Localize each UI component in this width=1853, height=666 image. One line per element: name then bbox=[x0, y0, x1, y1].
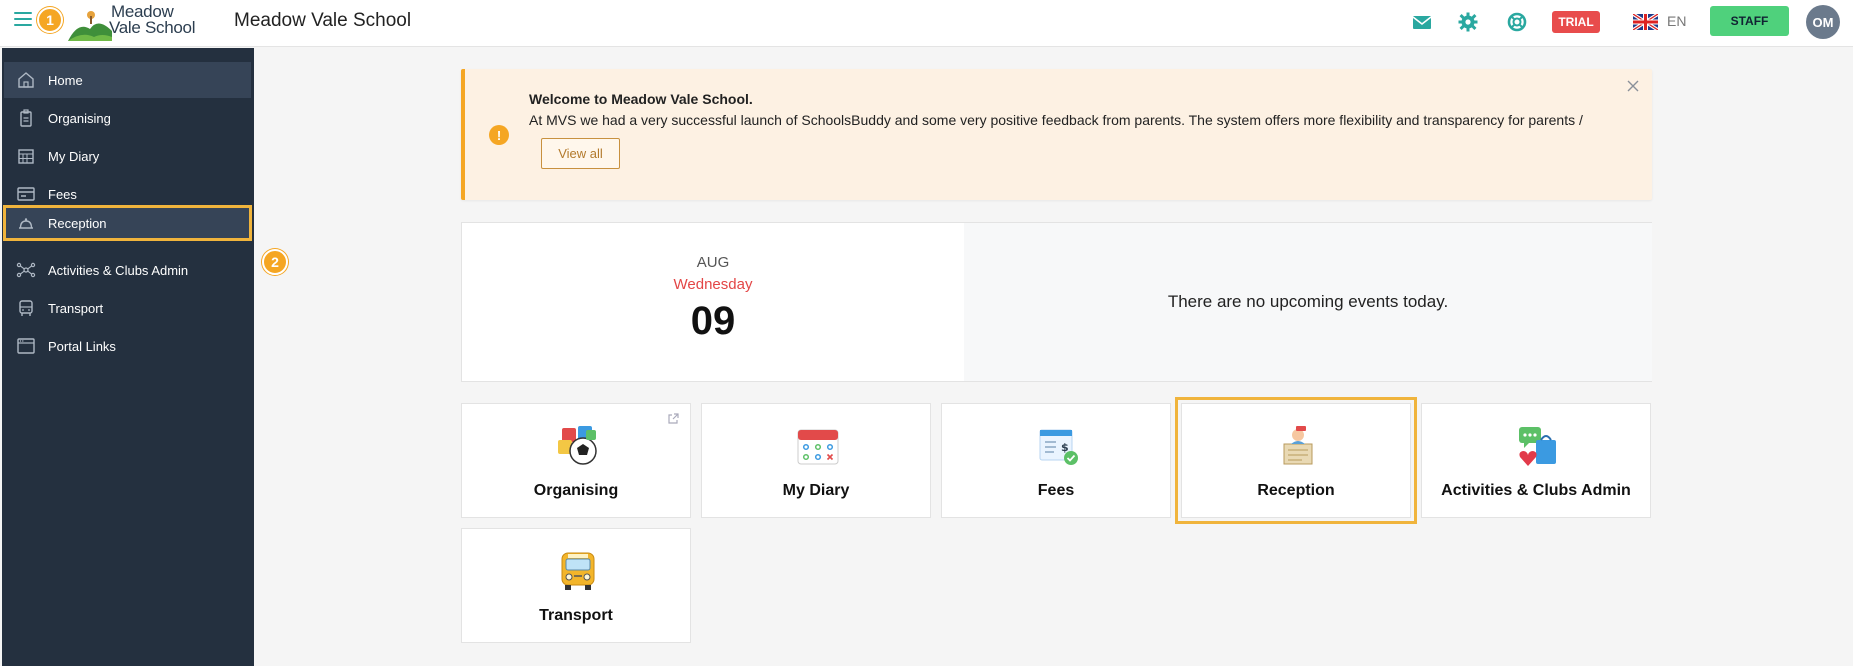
tile-label: Reception bbox=[1257, 482, 1335, 499]
tile-organising[interactable]: Organising bbox=[461, 403, 691, 518]
language-selector[interactable]: EN bbox=[1667, 13, 1686, 29]
no-events-text: There are no upcoming events today. bbox=[1167, 292, 1449, 311]
tile-activities-clubs-admin[interactable]: Activities & Clubs Admin bbox=[1421, 403, 1651, 518]
sidebar-item-label: Transport bbox=[48, 300, 104, 316]
logo-line2: Vale School bbox=[109, 18, 196, 37]
close-icon[interactable] bbox=[1626, 79, 1640, 93]
site-title: Meadow Vale School bbox=[234, 10, 412, 31]
events-panel: There are no upcoming events today. bbox=[964, 223, 1652, 381]
browser-icon bbox=[4, 336, 48, 356]
sidebar-item-reception[interactable]: Reception bbox=[3, 205, 252, 241]
invoice-icon: $ bbox=[1039, 429, 1078, 465]
tile-transport[interactable]: Transport bbox=[461, 528, 691, 643]
tile-label: Transport bbox=[539, 607, 613, 624]
hills-logo-icon bbox=[68, 11, 112, 41]
view-all-button[interactable]: View all bbox=[541, 138, 620, 169]
calendar-icon bbox=[797, 429, 839, 465]
avatar[interactable]: OM bbox=[1806, 5, 1840, 39]
clipboard-icon bbox=[4, 108, 48, 128]
sidebar-item-label: My Diary bbox=[48, 148, 100, 164]
sidebar-item-transport[interactable]: Transport bbox=[4, 290, 251, 326]
sidebar-item-label: Fees bbox=[48, 186, 77, 202]
sidebar-item-label: Activities & Clubs Admin bbox=[48, 262, 189, 278]
menu-icon[interactable] bbox=[14, 12, 32, 28]
step-badge-2: 2 bbox=[262, 249, 288, 275]
calendar-icon bbox=[4, 146, 48, 166]
top-bar: 1 Meadow Vale School Meadow Vale School bbox=[0, 0, 1853, 47]
sidebar-item-label: Organising bbox=[48, 110, 111, 126]
bus-icon bbox=[4, 298, 48, 318]
tile-label: Fees bbox=[1037, 482, 1075, 499]
sports-puzzle-icon bbox=[558, 426, 597, 465]
sidebar-item-activities-clubs-admin[interactable]: Activities & Clubs Admin bbox=[4, 252, 251, 288]
lifebuoy-icon[interactable] bbox=[1506, 11, 1528, 33]
date-panel: AUG Wednesday 09 bbox=[462, 223, 964, 381]
bell-icon bbox=[4, 213, 48, 233]
home-icon bbox=[4, 70, 48, 90]
sidebar-item-label: Portal Links bbox=[48, 338, 116, 354]
tile-label: Activities & Clubs Admin bbox=[1441, 482, 1631, 499]
logo-text: Meadow Vale School bbox=[109, 3, 196, 37]
step-badge-1: 1 bbox=[37, 7, 63, 33]
tile-label: Organising bbox=[533, 482, 619, 499]
sidebar-item-label: Reception bbox=[48, 215, 107, 231]
date-weekday: Wednesday bbox=[673, 276, 753, 293]
network-icon bbox=[4, 260, 48, 280]
sidebar-item-home[interactable]: Home bbox=[4, 62, 251, 98]
school-logo[interactable]: Meadow Vale School bbox=[68, 3, 198, 42]
uk-flag-icon[interactable] bbox=[1633, 14, 1658, 30]
alert-title: Welcome to Meadow Vale School. bbox=[529, 91, 753, 107]
tile-label: My Diary bbox=[782, 482, 850, 499]
chat-heart-bag-icon bbox=[1519, 427, 1556, 466]
reception-desk-icon bbox=[1283, 426, 1313, 465]
sidebar-item-my-diary[interactable]: My Diary bbox=[4, 138, 251, 174]
date-month: AUG bbox=[696, 254, 730, 271]
school-bus-icon bbox=[561, 552, 595, 590]
welcome-alert: ! Welcome to Meadow Vale School. At MVS … bbox=[461, 69, 1652, 200]
tile-reception[interactable]: Reception bbox=[1175, 397, 1417, 524]
alert-body: At MVS we had a very successful launch o… bbox=[529, 112, 1583, 128]
tile-fees[interactable]: $ Fees bbox=[941, 403, 1171, 518]
credit-card-icon bbox=[4, 184, 48, 204]
mail-icon[interactable] bbox=[1411, 11, 1433, 33]
staff-role-button[interactable]: STAFF bbox=[1710, 6, 1789, 36]
tile-my-diary[interactable]: My Diary bbox=[701, 403, 931, 518]
external-link-icon[interactable] bbox=[666, 412, 680, 426]
sidebar-item-portal-links[interactable]: Portal Links bbox=[4, 328, 251, 364]
sidebar: Home Organising My Diary Fees Reception … bbox=[2, 48, 254, 666]
trial-badge: TRIAL bbox=[1552, 11, 1600, 33]
events-card: AUG Wednesday 09 There are no upcoming e… bbox=[461, 222, 1652, 382]
warning-icon: ! bbox=[489, 125, 509, 145]
sidebar-item-label: Home bbox=[48, 72, 83, 88]
date-day-number: 09 bbox=[690, 299, 736, 343]
sidebar-item-organising[interactable]: Organising bbox=[4, 100, 251, 136]
gear-icon[interactable] bbox=[1457, 11, 1479, 33]
